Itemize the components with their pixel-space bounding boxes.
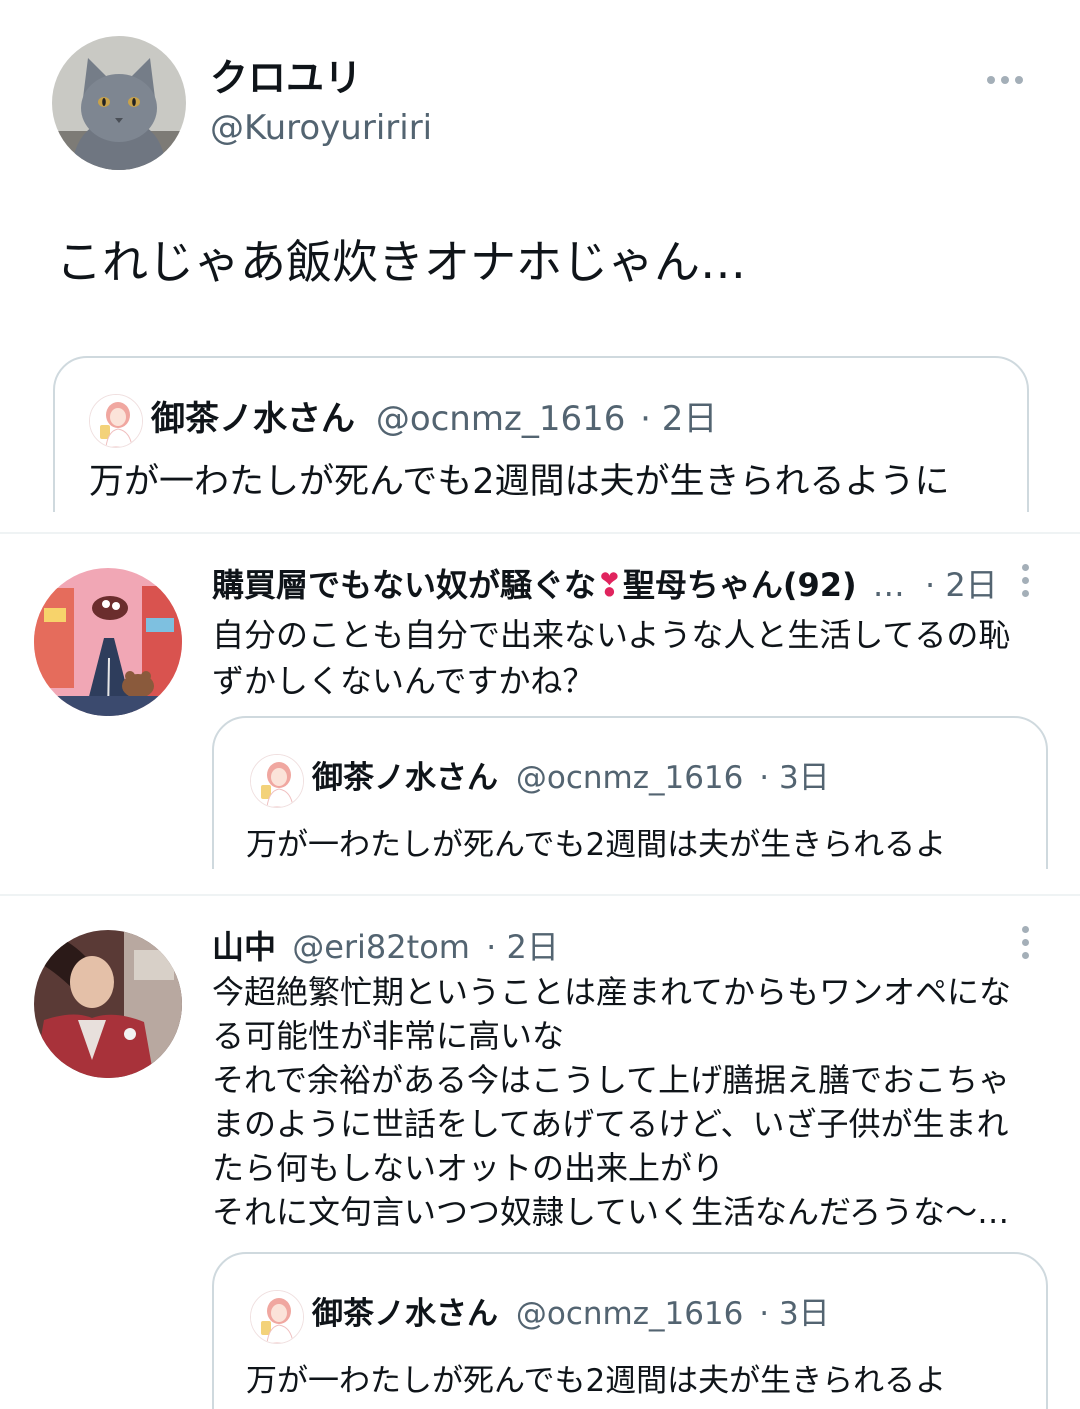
quoted-avatar — [89, 394, 143, 448]
quoted-tweet[interactable]: 御茶ノ水さん @ocnmz_1616 · 2日 万が一わたしが死んでも2週間は夫… — [53, 356, 1029, 512]
avatar[interactable] — [52, 36, 186, 170]
quoted-handle: @ocnmz_1616 — [375, 399, 626, 439]
quoted-avatar-image — [251, 1291, 303, 1343]
tweet-text-line: まのように世話をしてあげてるけど、いざ子供が生まれ — [212, 1105, 1009, 1143]
tweet-text-line: それで余裕がある今はこうして上げ膳据え膳でおこちゃ — [212, 1061, 1011, 1099]
quoted-text: 万が一わたしが死んでも2週間は夫が生きられるよ — [246, 1363, 947, 1399]
quoted-time: · 3日 — [759, 760, 830, 796]
quoted-tweet[interactable]: 御茶ノ水さん @ocnmz_1616 · 3日 万が一わたしが死んでも2週間は夫… — [212, 716, 1048, 869]
quoted-text: 万が一わたしが死んでも2週間は夫が生きられるように — [89, 462, 950, 502]
tweet-text-line: る可能性が非常に高いな — [212, 1017, 565, 1055]
quoted-avatar-image — [90, 395, 142, 447]
main-tweet: クロユリ @Kuroyuririri これじゃあ飯炊きオナホじゃん… 御茶ノ水さ… — [0, 0, 1080, 512]
avatar-image — [34, 930, 182, 1078]
quoted-handle: @ocnmz_1616 — [515, 760, 744, 796]
tweet-text: これじゃあ飯炊きオナホじゃん… — [56, 235, 746, 289]
avatar[interactable] — [34, 568, 182, 716]
quoted-tweet[interactable]: 御茶ノ水さん @ocnmz_1616 · 3日 万が一わたしが死んでも2週間は夫… — [212, 1252, 1048, 1409]
more-vertical-icon[interactable] — [1020, 926, 1030, 965]
reply-tweet: 山中 @eri82tom · 2日 今超絶繁忙期ということは産まれてからもワンオ… — [0, 896, 1080, 1409]
display-name-rest[interactable]: 聖母ちゃん(92) — [623, 566, 857, 604]
tweet-text-line: たら何もしないオットの出来上がり — [212, 1149, 725, 1187]
display-name[interactable]: クロユリ — [210, 54, 362, 102]
quoted-avatar — [250, 1290, 304, 1344]
handle[interactable]: @eri82tom — [292, 928, 470, 966]
quoted-display-name: 御茶ノ水さん — [312, 1296, 498, 1332]
display-name[interactable]: 山中 — [212, 928, 276, 966]
more-vertical-icon[interactable] — [1020, 564, 1030, 603]
tweet-time[interactable]: · 2日 — [925, 566, 998, 604]
tweet-time[interactable]: · 2日 — [486, 928, 559, 966]
avatar-image — [34, 568, 182, 716]
heart-emoji: ❣ — [596, 566, 623, 604]
tweet-text-line: 自分のことも自分で出来ないような人と生活してるの恥 — [212, 616, 1011, 654]
tweet-text-line: ずかしくないんですかね？ — [212, 662, 595, 700]
quoted-time: · 3日 — [759, 1296, 830, 1332]
quoted-display-name: 御茶ノ水さん — [151, 399, 355, 439]
more-horizontal-icon[interactable] — [986, 72, 1024, 86]
quoted-time: · 2日 — [640, 399, 718, 439]
handle[interactable]: @Kuroyuririri — [210, 106, 432, 150]
quoted-avatar-image — [251, 755, 303, 807]
truncation-ellipsis: … — [872, 566, 905, 604]
avatar[interactable] — [34, 930, 182, 1078]
tweet-text-line: それに文句言いつつ奴隷していく生活なんだろうな〜… — [212, 1193, 1010, 1231]
quoted-handle: @ocnmz_1616 — [515, 1296, 744, 1332]
quoted-avatar — [250, 754, 304, 808]
display-name[interactable]: 購買層でもない奴が騒ぐな — [212, 566, 596, 604]
tweet-text-line: 今超絶繁忙期ということは産まれてからもワンオペにな — [212, 973, 1012, 1011]
quoted-text: 万が一わたしが死んでも2週間は夫が生きられるよ — [246, 827, 947, 863]
cat-avatar-image — [52, 36, 186, 170]
quoted-display-name: 御茶ノ水さん — [312, 760, 498, 796]
reply-tweet: 購買層でもない奴が騒ぐな❣聖母ちゃん(92) … · 2日 自分のことも自分で出… — [0, 534, 1080, 869]
